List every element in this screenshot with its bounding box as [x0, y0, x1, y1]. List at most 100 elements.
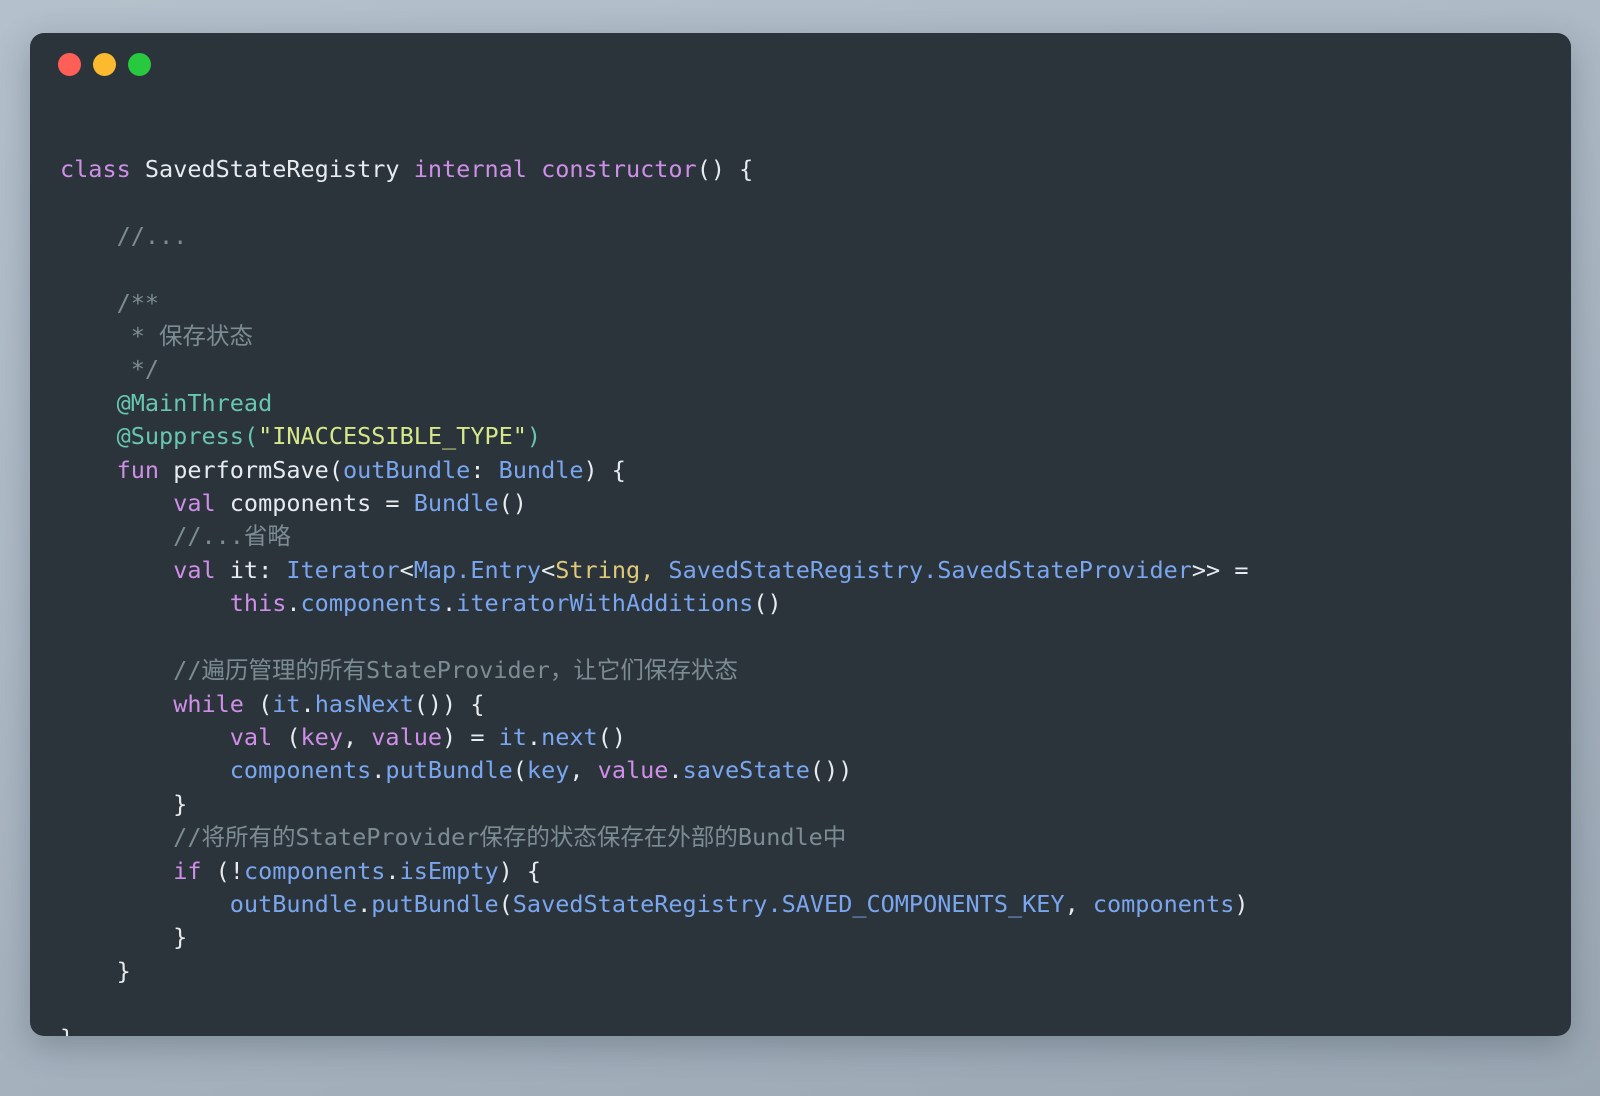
code-token: putBundle: [385, 756, 513, 785]
code-line: }: [60, 923, 187, 951]
code-line: @MainThread: [60, 388, 273, 417]
code-token: (): [498, 489, 527, 518]
code-line: @Suppress("INACCESSIBLE_TYPE"): [60, 422, 542, 451]
code-token: .: [371, 756, 386, 785]
minimize-icon[interactable]: [93, 52, 116, 76]
code-token: value: [371, 722, 443, 751]
code-line: /**: [60, 289, 159, 317]
code-token: :: [258, 555, 287, 584]
code-token: saveState: [682, 756, 810, 785]
code-token: ): [1234, 889, 1249, 918]
code-token: :: [470, 455, 499, 484]
code-token: key: [526, 756, 570, 785]
code-token: constructor: [541, 155, 697, 183]
maximize-icon[interactable]: [128, 52, 151, 76]
code-token: >> =: [1191, 555, 1249, 584]
page-root: class SavedStateRegistry internal constr…: [0, 0, 1600, 1096]
code-token: SavedStateRegistry.SavedStateProvider: [668, 555, 1192, 584]
code-line: }: [60, 790, 187, 818]
code-token: //...: [60, 221, 188, 250]
code-token: @Suppress: [60, 422, 244, 451]
code-token: ,: [569, 756, 598, 785]
code-token: ) {: [498, 856, 542, 885]
code-line: //遍历管理的所有StateProvider，让它们保存状态: [60, 656, 738, 684]
code-token: (: [498, 889, 513, 918]
code-token: val: [173, 489, 216, 518]
code-token: .: [357, 889, 372, 918]
code-token: components: [300, 589, 443, 618]
code-token: it: [215, 555, 259, 584]
code-token: outBundle: [229, 889, 358, 918]
code-token: Map.Entry: [413, 555, 542, 584]
window-titlebar[interactable]: [30, 33, 1571, 95]
code-line: while (it.hasNext()) {: [60, 690, 484, 718]
source-code-block[interactable]: class SavedStateRegistry internal constr…: [60, 153, 1541, 1036]
close-icon[interactable]: [58, 52, 81, 76]
code-token: this: [229, 589, 287, 618]
code-line: //...省略: [60, 522, 291, 550]
code-line: components.putBundle(key, value.saveStat…: [60, 756, 853, 785]
code-token: .: [385, 856, 400, 885]
code-token: */: [60, 355, 160, 384]
code-token: components: [1092, 889, 1235, 918]
code-token: components: [229, 756, 372, 785]
code-token: @MainThread: [60, 388, 273, 417]
code-line: outBundle.putBundle(SavedStateRegistry.S…: [60, 890, 1249, 918]
code-token: Bundle: [413, 489, 499, 518]
code-line: if (!components.isEmpty) {: [60, 857, 541, 885]
code-body: class SavedStateRegistry internal constr…: [30, 95, 1571, 1036]
code-token: }: [60, 789, 188, 818]
code-token: (): [597, 722, 626, 751]
code-line: */: [60, 355, 159, 383]
window-controls: [58, 52, 151, 76]
code-token: isEmpty: [399, 856, 499, 885]
code-token: performSave: [159, 455, 329, 484]
code-token: ): [526, 422, 542, 451]
code-line: val it: Iterator<Map.Entry<String, Saved…: [60, 555, 1249, 584]
code-token: components: [243, 856, 386, 885]
code-token: key: [300, 722, 343, 751]
code-token: <: [399, 555, 414, 584]
code-token: .: [300, 689, 315, 718]
code-token: outBundle: [342, 455, 471, 484]
code-token: .: [526, 722, 542, 751]
code-token: () {: [696, 155, 754, 183]
code-token: value: [597, 756, 669, 785]
code-token: while: [173, 689, 244, 718]
code-window-card: class SavedStateRegistry internal constr…: [30, 33, 1571, 1036]
code-token: components =: [215, 489, 414, 518]
code-token: (: [328, 455, 343, 484]
code-token: val: [229, 722, 273, 751]
code-line: this.components.iteratorWithAdditions(): [60, 589, 782, 617]
code-token: SavedStateRegistry.SAVED_COMPONENTS_KEY: [512, 889, 1065, 918]
code-token: ,: [640, 555, 669, 584]
code-token: SavedStateRegistry: [144, 155, 400, 183]
code-line: fun performSave(outBundle: Bundle) {: [60, 456, 626, 484]
code-token: (): [753, 589, 782, 618]
code-token: "INACCESSIBLE_TYPE": [258, 422, 527, 451]
code-token: .: [668, 756, 683, 785]
code-token: .: [286, 589, 301, 618]
code-token: <: [541, 555, 556, 584]
code-token: putBundle: [371, 889, 499, 918]
code-line: val components = Bundle(): [60, 489, 527, 517]
code-token: (: [512, 756, 527, 785]
code-token: it: [498, 722, 527, 751]
code-token: /**: [60, 288, 160, 317]
code-line: }: [60, 1024, 74, 1036]
code-token: it: [272, 689, 301, 718]
code-token: (!: [201, 856, 244, 885]
code-token: Iterator: [286, 555, 400, 584]
code-token: * 保存状态: [60, 322, 254, 351]
code-token: ,: [1064, 889, 1093, 918]
code-token: }: [60, 956, 131, 985]
code-token: (: [243, 689, 273, 718]
